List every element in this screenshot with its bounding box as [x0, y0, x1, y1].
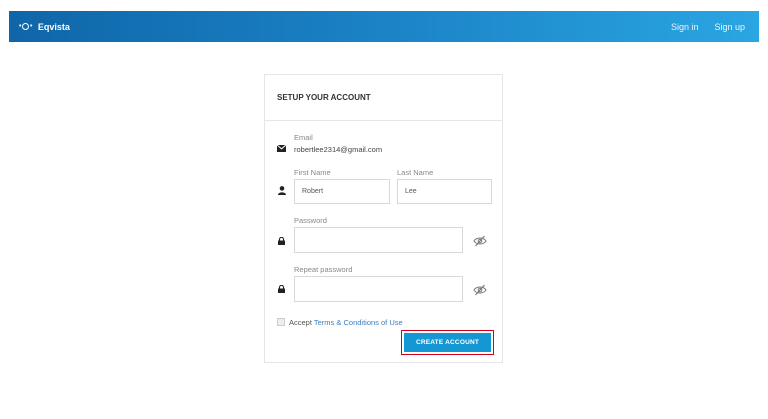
- top-navigation-bar: • • Eqvista Sign in Sign up: [9, 11, 759, 42]
- terms-link[interactable]: Terms & Conditions of Use: [314, 318, 403, 327]
- lock-icon: [277, 236, 286, 245]
- accept-prefix: Accept: [289, 318, 314, 327]
- card-title: SETUP YOUR ACCOUNT: [265, 75, 502, 121]
- sign-in-link[interactable]: Sign in: [671, 22, 699, 32]
- header-nav: Sign in Sign up: [671, 22, 745, 32]
- email-value: robertlee2314@gmail.com: [294, 145, 383, 154]
- email-label: Email: [294, 133, 313, 142]
- brand[interactable]: • • Eqvista: [19, 22, 70, 32]
- setup-account-card: SETUP YOUR ACCOUNT Email robertlee2314@g…: [264, 74, 503, 363]
- password-label: Password: [294, 216, 327, 225]
- accept-terms-checkbox[interactable]: [277, 318, 285, 326]
- eye-slash-icon[interactable]: [473, 283, 487, 296]
- accept-terms-text: Accept Terms & Conditions of Use: [289, 318, 403, 327]
- lock-icon: [277, 284, 286, 293]
- create-account-highlight: CREATE ACCOUNT: [401, 330, 494, 355]
- first-name-input[interactable]: Robert: [294, 179, 390, 204]
- password-input[interactable]: [294, 227, 463, 253]
- sign-up-link[interactable]: Sign up: [714, 22, 745, 32]
- last-name-input[interactable]: Lee: [397, 179, 492, 204]
- repeat-password-label: Repeat password: [294, 265, 353, 274]
- brand-name: Eqvista: [37, 21, 70, 32]
- first-name-label: First Name: [294, 168, 331, 177]
- eqvista-logo-icon: • •: [19, 23, 32, 30]
- create-account-button[interactable]: CREATE ACCOUNT: [404, 333, 491, 352]
- user-icon: [277, 186, 286, 195]
- envelope-icon: [277, 144, 286, 153]
- eye-slash-icon[interactable]: [473, 234, 487, 247]
- repeat-password-input[interactable]: [294, 276, 463, 302]
- last-name-label: Last Name: [397, 168, 434, 177]
